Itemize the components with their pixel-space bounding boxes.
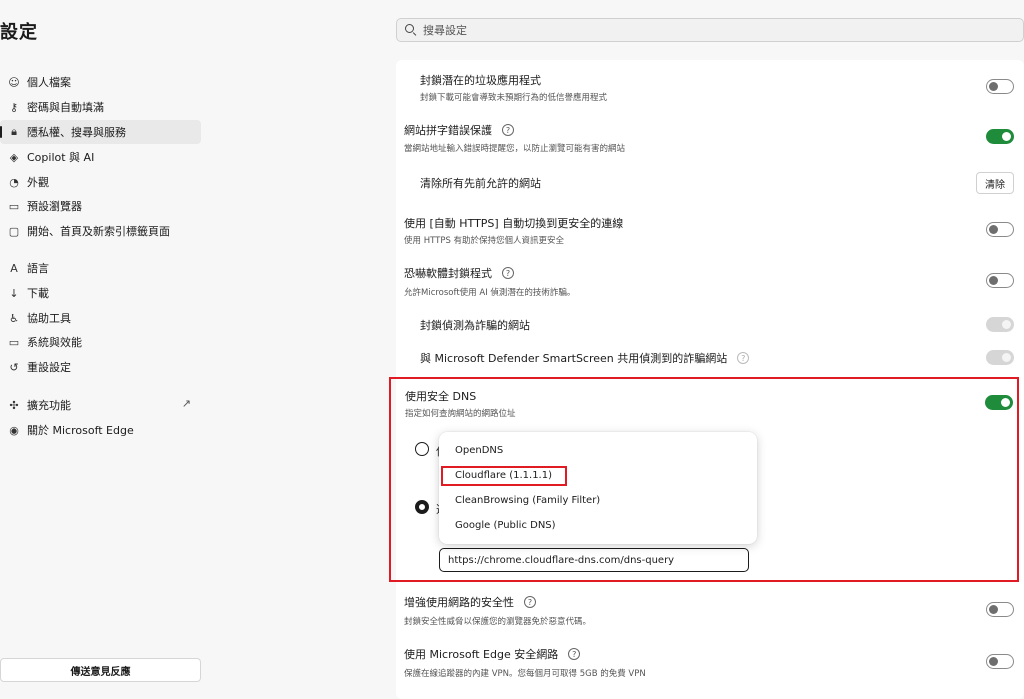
share-defender-toggle[interactable] bbox=[986, 350, 1014, 365]
secure-dns-desc: 指定如何查詢網站的網路位址 bbox=[405, 409, 516, 419]
sidebar-item-passwords[interactable]: ⚷ 密碼與自動填滿 bbox=[0, 95, 201, 119]
block-scam-toggle[interactable] bbox=[986, 317, 1014, 332]
accessibility-icon: ♿︎ bbox=[9, 311, 19, 325]
language-icon: A bbox=[10, 261, 18, 275]
setting-desc: 保護在線追蹤器的內建 VPN。您每個月可取得 5GB 的免費 VPN bbox=[404, 669, 646, 679]
sidebar-item-label: 個人檔案 bbox=[27, 76, 71, 89]
dns-choose-provider-radio[interactable] bbox=[415, 500, 429, 514]
reset-icon: ↺ bbox=[9, 360, 19, 374]
browser-icon: ▭ bbox=[8, 199, 20, 213]
setting-title: 使用 Microsoft Edge 安全網路 ? bbox=[404, 646, 581, 662]
setting-title: 網站拼字錯誤保護 ? bbox=[404, 122, 514, 138]
sidebar-item-label: 關於 Microsoft Edge bbox=[27, 424, 134, 437]
sidebar-item-label: 外觀 bbox=[27, 176, 49, 189]
setting-title-text: 增強使用網路的安全性 bbox=[404, 596, 514, 609]
feedback-button[interactable]: 傳送意見反應 bbox=[0, 658, 201, 682]
page-title: 設定 bbox=[0, 22, 38, 43]
scareware-toggle[interactable] bbox=[986, 273, 1014, 288]
setting-title-text: 網站拼字錯誤保護 bbox=[404, 124, 492, 137]
sidebar-item-accessibility[interactable]: ♿︎ 協助工具 bbox=[0, 306, 201, 330]
sidebar-item-reset[interactable]: ↺ 重設設定 bbox=[0, 355, 201, 379]
sidebar-item-label: 隱私權、搜尋與服務 bbox=[27, 126, 126, 139]
sidebar-item-privacy[interactable]: 🔒︎ 隱私權、搜尋與服務 bbox=[0, 120, 201, 144]
appearance-icon: ◔ bbox=[9, 175, 19, 189]
dns-current-provider-radio[interactable] bbox=[415, 442, 429, 456]
sidebar-item-label: 系統與效能 bbox=[27, 336, 82, 349]
help-icon[interactable]: ? bbox=[737, 352, 750, 364]
setting-title: 使用 [自動 HTTPS] 自動切換到更安全的連線 bbox=[404, 217, 624, 230]
search-input[interactable] bbox=[423, 23, 1003, 37]
dns-provider-dropdown: OpenDNS Cloudflare (1.1.1.1) CleanBrowsi… bbox=[439, 432, 757, 544]
edge-icon: ◉ bbox=[9, 423, 19, 437]
dns-option-google[interactable]: Google (Public DNS) bbox=[455, 520, 556, 531]
dns-provider-url-input[interactable] bbox=[439, 548, 749, 572]
setting-title-text: 恐嚇軟體封鎖程式 bbox=[404, 267, 492, 280]
setting-title-text: 與 Microsoft Defender SmartScreen 共用偵測到的詐… bbox=[420, 352, 728, 365]
setting-title-text: 使用 Microsoft Edge 安全網路 bbox=[404, 648, 559, 661]
secure-dns-title: 使用安全 DNS bbox=[405, 390, 477, 403]
sidebar-item-label: 下載 bbox=[27, 287, 49, 300]
key-icon: ⚷ bbox=[9, 100, 19, 114]
sidebar-item-language[interactable]: A 語言 bbox=[0, 256, 201, 280]
lock-icon: 🔒︎ bbox=[11, 125, 17, 138]
sidebar-item-label: 密碼與自動填滿 bbox=[27, 101, 104, 114]
block-pua-toggle[interactable] bbox=[986, 79, 1014, 94]
sidebar-item-label: 協助工具 bbox=[27, 312, 71, 325]
setting-desc: 當網站地址輸入錯誤時提醒您，以防止瀏覽可能有害的網站 bbox=[404, 144, 626, 154]
dns-option-opendns[interactable]: OpenDNS bbox=[455, 445, 503, 456]
help-icon[interactable]: ? bbox=[524, 596, 536, 608]
sidebar-item-label: 預設瀏覽器 bbox=[27, 200, 82, 213]
auto-https-toggle[interactable] bbox=[986, 222, 1014, 237]
sidebar-item-downloads[interactable]: ↓ 下載 bbox=[0, 281, 201, 305]
download-icon: ↓ bbox=[9, 286, 19, 300]
setting-desc: 封鎖下載可能會導致未預期行為的低信譽應用程式 bbox=[420, 93, 608, 103]
sidebar-item-default-browser[interactable]: ▭ 預設瀏覽器 bbox=[0, 194, 201, 218]
setting-desc: 允許Microsoft使用 AI 偵測潛在的技術詐騙。 bbox=[404, 288, 576, 298]
extensions-icon: ✣ bbox=[9, 398, 19, 412]
edge-network-toggle[interactable] bbox=[986, 654, 1014, 669]
profile-icon: ☺ bbox=[8, 75, 20, 89]
typo-protection-toggle[interactable] bbox=[986, 129, 1014, 144]
sidebar-item-label: Copilot 與 AI bbox=[27, 151, 95, 164]
sidebar-item-copilot[interactable]: ◈ Copilot 與 AI bbox=[0, 145, 201, 169]
setting-title: 封鎖偵測為詐騙的網站 bbox=[420, 319, 530, 332]
sidebar-item-label: 開始、首頁及新索引標籤頁面 bbox=[27, 225, 170, 238]
newtab-icon: ▢ bbox=[8, 224, 20, 238]
sidebar-item-start-page[interactable]: ▢ 開始、首頁及新索引標籤頁面 bbox=[0, 219, 201, 243]
sidebar-item-system[interactable]: ▭ 系統與效能 bbox=[0, 330, 201, 354]
sidebar-item-label: 重設設定 bbox=[27, 361, 71, 374]
sidebar-item-profile[interactable]: ☺ 個人檔案 bbox=[0, 70, 201, 94]
system-icon: ▭ bbox=[8, 335, 20, 349]
help-icon[interactable]: ? bbox=[502, 124, 514, 136]
sidebar-item-appearance[interactable]: ◔ 外觀 bbox=[0, 170, 201, 194]
help-icon[interactable]: ? bbox=[502, 267, 514, 279]
search-icon bbox=[405, 24, 417, 36]
secure-dns-toggle[interactable] bbox=[985, 395, 1013, 410]
copilot-icon: ◈ bbox=[9, 150, 19, 164]
sidebar-item-label: 語言 bbox=[27, 262, 49, 275]
setting-title: 與 Microsoft Defender SmartScreen 共用偵測到的詐… bbox=[420, 350, 750, 366]
setting-title: 恐嚇軟體封鎖程式 ? bbox=[404, 265, 514, 281]
setting-desc: 使用 HTTPS 有助於保持您個人資訊更安全 bbox=[404, 236, 565, 246]
dns-option-cleanbrowsing[interactable]: CleanBrowsing (Family Filter) bbox=[455, 495, 600, 506]
clear-button[interactable]: 清除 bbox=[976, 172, 1014, 194]
help-icon[interactable]: ? bbox=[568, 648, 581, 660]
setting-title: 增強使用網路的安全性 ? bbox=[404, 594, 536, 610]
setting-title: 清除所有先前允許的網站 bbox=[420, 177, 541, 190]
search-box[interactable] bbox=[396, 18, 1024, 42]
sidebar-item-about[interactable]: ◉ 關於 Microsoft Edge bbox=[0, 418, 201, 442]
external-link-icon: ↗ bbox=[181, 397, 191, 410]
setting-desc: 封鎖安全性威脅以保護您的瀏覽器免於惡意代碼。 bbox=[404, 617, 592, 627]
enhanced-security-toggle[interactable] bbox=[986, 602, 1014, 617]
sidebar-item-label: 擴充功能 bbox=[27, 399, 71, 412]
sidebar-item-extensions[interactable]: ✣ 擴充功能 ↗ bbox=[0, 393, 201, 417]
setting-title: 封鎖潛在的垃圾應用程式 bbox=[420, 74, 541, 87]
cloudflare-highlight-box bbox=[441, 466, 567, 486]
